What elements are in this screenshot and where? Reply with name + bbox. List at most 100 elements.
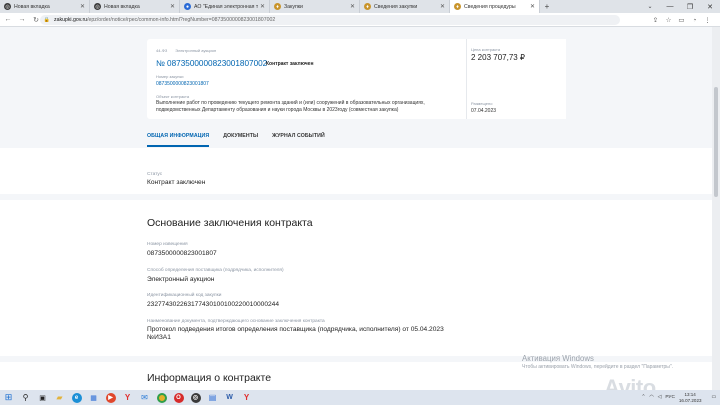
page-scrollbar[interactable]: [712, 27, 720, 390]
clock[interactable]: 13:14 16.07.2023: [679, 392, 702, 402]
address-bar[interactable]: 🔒 zakupki.gov.ru/epz/order/notice/rpec/c…: [40, 15, 620, 25]
lock-icon[interactable]: 🔒: [44, 17, 50, 23]
close-icon[interactable]: ✕: [440, 3, 445, 10]
bookmark-star-icon[interactable]: ☆: [662, 14, 675, 26]
word-icon[interactable]: W: [221, 390, 238, 405]
network-icon[interactable]: ◠: [649, 395, 653, 400]
window-controls: — ❐ ✕: [660, 0, 720, 13]
price-label: Цена контракта: [471, 47, 501, 52]
tab-title: Сведения процедуры: [464, 3, 516, 10]
notification-icon[interactable]: ▭: [711, 395, 716, 400]
opera-icon[interactable]: O: [170, 390, 187, 405]
browser-icon: ◎: [94, 3, 101, 10]
site-icon: ●: [184, 3, 191, 10]
price-card: Цена контракта 2 203 707,73 ₽ Размещено …: [466, 39, 566, 119]
file-explorer-icon[interactable]: ▰: [51, 390, 68, 405]
close-window-icon[interactable]: ✕: [700, 0, 720, 13]
tab-event-log[interactable]: ЖУРНАЛ СОБЫТИЙ: [272, 133, 325, 147]
close-icon[interactable]: ✕: [170, 3, 175, 10]
law-label: 44-ФЗ: [156, 48, 168, 53]
browser-tab-1[interactable]: ◎ Новая вкладка ✕: [0, 0, 90, 13]
basis-doc-value-cont: №ИЗА1: [147, 334, 171, 341]
notice-number-link[interactable]: 0873500000823001807: [156, 81, 209, 87]
browser-app-icon[interactable]: ◎: [187, 390, 204, 405]
scrollbar-thumb[interactable]: [714, 87, 718, 197]
basis-doc-label: Наименование документа, подтверждающего …: [147, 319, 325, 324]
contract-object-label: Объект контракта: [156, 94, 190, 99]
volume-icon[interactable]: ◁: [658, 395, 662, 400]
status-label: Статус: [147, 172, 163, 177]
avito-watermark-logo: Avito: [604, 375, 656, 390]
basis-section-title: Основание заключения контракта: [147, 217, 313, 229]
media-player-icon[interactable]: ▶: [102, 390, 119, 405]
url-host: zakupki.gov.ru: [54, 17, 88, 23]
yandex-browser-icon[interactable]: Y: [238, 390, 255, 405]
contract-price: 2 203 707,73 ₽: [471, 53, 526, 62]
procedure-number-link[interactable]: № 0873500000823001807002: [156, 59, 267, 68]
tab-title: Сведения закупки: [374, 3, 418, 10]
photos-icon[interactable]: ▤: [204, 390, 221, 405]
contract-info-title: Информация о контракте: [147, 372, 272, 384]
chrome-icon[interactable]: [153, 390, 170, 405]
windows-start-icon[interactable]: ⊞: [0, 390, 17, 405]
clock-date: 16.07.2023: [678, 397, 702, 403]
close-icon[interactable]: ✕: [80, 3, 85, 10]
browser-toolbar: ← → ↻ 🔒 zakupki.gov.ru/epz/order/notice/…: [0, 13, 720, 27]
yandex-icon[interactable]: Y: [119, 390, 136, 405]
ikz-value: 232774302263177430100100220010000244: [147, 301, 280, 308]
notice-label: Номер извещения: [147, 242, 188, 247]
share-icon[interactable]: ⇪: [649, 14, 662, 26]
tab-title: АО "Единая электронная торго...: [194, 3, 258, 10]
procedure-type: Электронный аукцион: [175, 48, 217, 53]
emblem-icon: ♦: [454, 3, 461, 10]
browser-tab-4[interactable]: ♦ Закупки ✕: [270, 0, 360, 13]
url-path: /epz/order/notice/rpec/common-info.html?…: [87, 17, 276, 23]
edge-icon[interactable]: e: [68, 390, 85, 405]
mail-icon[interactable]: ✉: [136, 390, 153, 405]
search-icon[interactable]: ⚲: [17, 390, 34, 405]
windows-activation-title: Активация Windows: [522, 354, 594, 363]
tab-general-info[interactable]: ОБЩАЯ ИНФОРМАЦИЯ: [147, 133, 210, 147]
browser-icon: ◎: [4, 3, 11, 10]
url-text[interactable]: zakupki.gov.ru/epz/order/notice/rpec/com…: [54, 17, 275, 23]
notice-number-label: Номер закупки: [156, 74, 184, 79]
posted-label: Размещено: [471, 101, 493, 106]
procedure-status: Контракт заключен: [266, 61, 314, 67]
new-tab-button[interactable]: +: [540, 0, 554, 13]
posted-date: 07.04.2023: [471, 108, 497, 114]
emblem-icon: ♦: [364, 3, 371, 10]
browser-tab-6[interactable]: ♦ Сведения процедуры ✕: [450, 0, 540, 13]
tab-search-icon[interactable]: ⌄: [644, 0, 656, 13]
basis-doc-value: Протокол подведения итогов определения п…: [147, 326, 444, 333]
status-section: [0, 148, 712, 194]
browser-tab-strip: ◎ Новая вкладка ✕ ◎ Новая вкладка ✕ ● АО…: [0, 0, 720, 13]
tray-arrow-icon[interactable]: ⌃: [641, 395, 645, 400]
tab-title: Новая вкладка: [104, 3, 140, 10]
notice-value: 0873500000823001807: [147, 250, 217, 257]
system-tray: ⌃ ◠ ◁ РУС 13:14 16.07.2023 ▭: [641, 390, 720, 405]
ikz-label: Идентификационный код закупки: [147, 293, 222, 298]
menu-icon[interactable]: ⋮: [701, 14, 714, 26]
maximize-icon[interactable]: ❐: [680, 0, 700, 13]
close-icon[interactable]: ✕: [260, 3, 265, 10]
browser-tab-3[interactable]: ● АО "Единая электронная торго... ✕: [180, 0, 270, 13]
tab-title: Новая вкладка: [14, 3, 50, 10]
method-value: Электронный аукцион: [147, 276, 215, 283]
minimize-icon[interactable]: —: [660, 0, 680, 13]
browser-tab-5[interactable]: ♦ Сведения закупки ✕: [360, 0, 450, 13]
tab-layout-icon[interactable]: ▭: [675, 14, 688, 26]
contract-object-text: Выполнение работ по проведению текущего …: [156, 100, 425, 113]
toolbar-right: ⇪ ☆ ▭ ◔ ⋮: [649, 14, 714, 26]
close-icon[interactable]: ✕: [530, 3, 535, 10]
back-icon[interactable]: ←: [2, 14, 14, 26]
store-icon[interactable]: ▦: [85, 390, 102, 405]
profile-icon[interactable]: ◔: [688, 14, 701, 26]
tab-title: Закупки: [284, 3, 303, 10]
language-indicator[interactable]: РУС: [665, 395, 675, 400]
tab-documents[interactable]: ДОКУМЕНТЫ: [223, 133, 258, 147]
forward-icon[interactable]: →: [16, 14, 28, 26]
close-icon[interactable]: ✕: [350, 3, 355, 10]
task-view-icon[interactable]: ▣: [34, 390, 51, 405]
browser-tab-2[interactable]: ◎ Новая вкладка ✕: [90, 0, 180, 13]
procedure-meta: 44-ФЗ Электронный аукцион: [156, 48, 224, 53]
